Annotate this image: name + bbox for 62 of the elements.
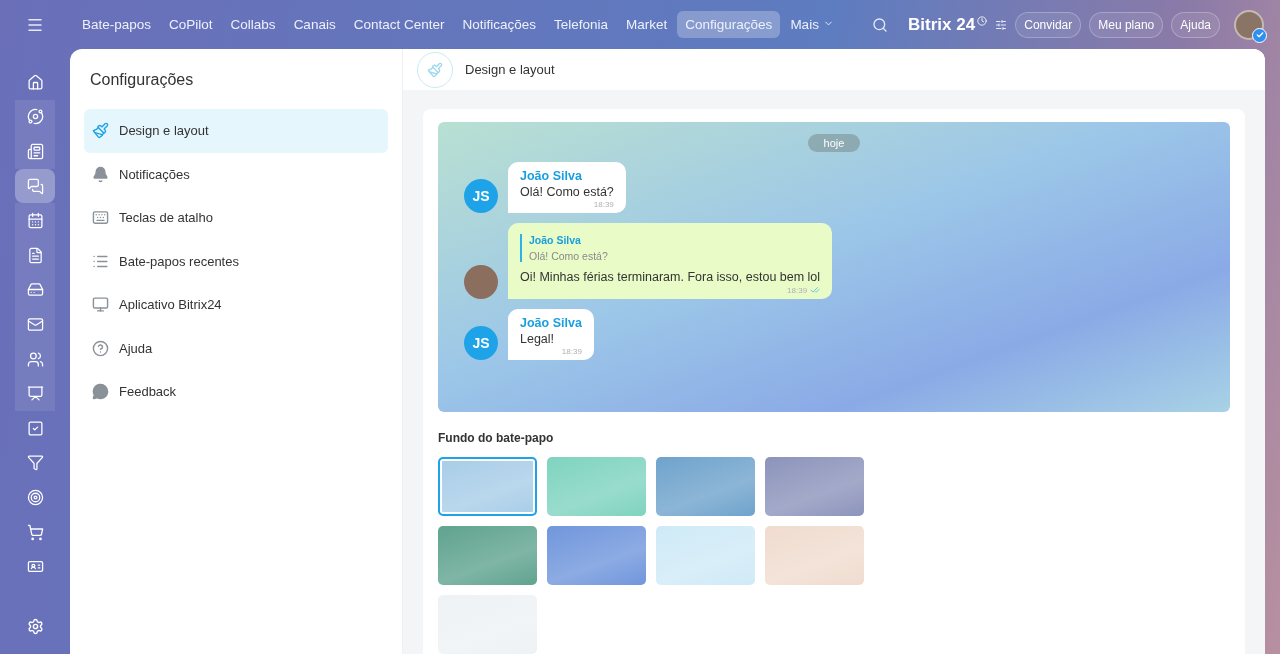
settings-menu-item[interactable]: Notificações	[84, 152, 388, 196]
user-avatar[interactable]	[1234, 9, 1264, 40]
more-menu[interactable]: Mais	[782, 11, 842, 38]
search-icon[interactable]	[872, 16, 889, 33]
message-author: João Silva	[520, 316, 582, 330]
background-swatch[interactable]	[765, 526, 864, 585]
nav-tab[interactable]: Configurações	[677, 11, 781, 38]
settings-menu-item[interactable]: Feedback	[84, 370, 388, 414]
nav-tab[interactable]: Telefonia	[546, 11, 617, 38]
newspaper-icon[interactable]	[15, 134, 55, 169]
background-swatch[interactable]	[656, 457, 755, 516]
check-badge	[1252, 27, 1267, 43]
header-button[interactable]: Convidar	[1015, 11, 1082, 38]
nav-tab[interactable]: CoPilot	[161, 11, 221, 38]
sliders-icon[interactable]	[995, 18, 1008, 31]
message-text: Oi! Minhas férias terminaram. Fora isso, estou bem lol	[520, 270, 821, 284]
clock-icon	[977, 15, 988, 26]
message-author: João Silva	[520, 169, 583, 183]
calendar-icon[interactable]	[15, 203, 55, 238]
orbit-icon[interactable]	[15, 99, 55, 135]
settings-title: Configurações	[90, 71, 195, 89]
monitor-icon	[92, 296, 109, 314]
nav-tab[interactable]: Collabs	[222, 11, 284, 38]
quote-text: Olá! Como está?	[529, 250, 609, 262]
message-time: 18:39	[787, 285, 808, 295]
logo: Bitrix 24	[908, 14, 976, 35]
settings-menu-item[interactable]: Teclas de atalho	[84, 196, 388, 240]
message-time: 18:39	[593, 200, 614, 209]
settings-menu-item[interactable]: Ajuda	[84, 326, 388, 370]
nav-tab[interactable]: Bate-papos	[74, 11, 160, 38]
nav-tab[interactable]: Notificações	[454, 11, 544, 38]
header-button[interactable]: Meu plano	[1089, 11, 1164, 38]
background-swatch[interactable]	[438, 457, 537, 516]
settings-menu-item[interactable]: Bate-papos recentes	[84, 239, 388, 283]
page-title: Design e layout	[465, 62, 555, 77]
background-swatch[interactable]	[765, 457, 864, 516]
avatar-placeholder	[464, 265, 498, 299]
background-swatch[interactable]	[547, 526, 646, 585]
settings-menu-item[interactable]: Design e layout	[84, 109, 388, 153]
speech-bubble-icon	[92, 383, 109, 401]
date-label: hoje	[807, 134, 861, 152]
nav-tab[interactable]: Canais	[285, 11, 344, 38]
background-swatch[interactable]	[438, 526, 537, 585]
message-text: Legal!	[520, 332, 556, 346]
section-title: Fundo do bate-papo	[438, 431, 555, 445]
chat-icon[interactable]	[15, 168, 55, 204]
keyboard-icon	[92, 209, 109, 227]
message-time: 18:39	[561, 347, 582, 356]
header-button[interactable]: Ajuda	[1171, 11, 1220, 38]
message-text: Olá! Como está?	[520, 185, 614, 199]
background-swatch[interactable]	[656, 526, 755, 585]
quote-author: João Silva	[529, 234, 582, 246]
help-icon	[92, 339, 109, 357]
initials-avatar: JS	[464, 179, 498, 213]
nav-tab[interactable]: Contact Center	[345, 11, 453, 38]
bell-icon	[92, 165, 109, 183]
paintbrush-icon	[92, 122, 109, 140]
initials-avatar: JS	[464, 326, 498, 360]
background-swatch[interactable]	[547, 457, 646, 516]
settings-menu-item[interactable]: Aplicativo Bitrix24	[84, 283, 388, 327]
nav-tab[interactable]: Market	[618, 11, 676, 38]
presentation-icon[interactable]	[15, 376, 55, 411]
